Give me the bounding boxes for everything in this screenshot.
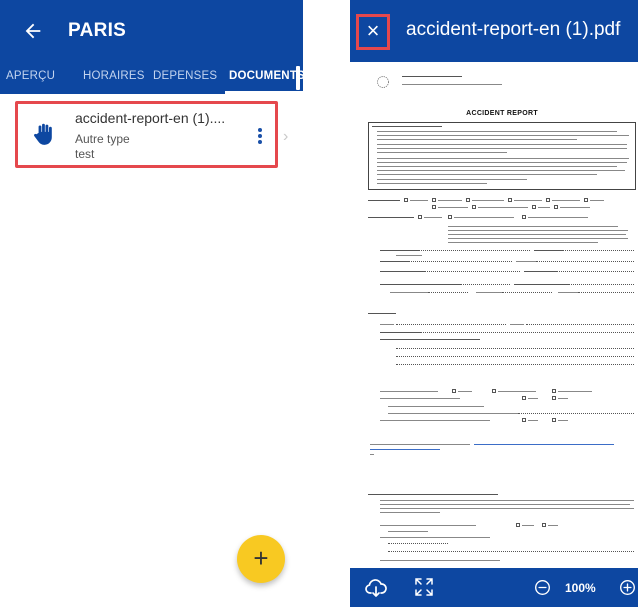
page-title: PARIS xyxy=(68,20,127,41)
cloud-download-icon[interactable] xyxy=(364,576,388,600)
org-address-line xyxy=(402,84,502,85)
tab-apercu[interactable]: APERÇU xyxy=(6,70,55,82)
document-description: test xyxy=(75,147,95,161)
document-heading: ACCIDENT REPORT xyxy=(466,110,538,117)
zoom-in-icon[interactable] xyxy=(619,579,636,596)
zoom-out-icon[interactable] xyxy=(534,579,551,596)
trip-details-panel: PARIS APERÇU HORAIRES DEPENSES DOCUMENTS… xyxy=(0,0,305,607)
active-tab-indicator xyxy=(225,91,303,94)
viewer-title: accident-report-en (1).pdf xyxy=(406,19,621,40)
tab-horaires[interactable]: HORAIRES xyxy=(83,70,145,82)
tab-documents[interactable]: DOCUMENTS xyxy=(229,70,305,82)
more-options-icon[interactable] xyxy=(255,127,265,145)
document-type: Autre type xyxy=(75,132,130,146)
add-document-button[interactable]: + xyxy=(237,535,285,583)
hand-icon xyxy=(34,123,52,145)
pdf-viewer: × accident-report-en (1).pdf ACCIDENT RE… xyxy=(350,0,638,607)
zoom-level: 100% xyxy=(565,581,596,595)
tab-depenses[interactable]: DEPENSES xyxy=(153,70,217,82)
document-name: accident-report-en (1).... xyxy=(75,110,226,126)
instructions-box xyxy=(368,122,636,190)
viewer-toolbar: 100% xyxy=(350,568,638,607)
org-name-line xyxy=(402,76,462,78)
close-button[interactable]: × xyxy=(356,14,390,50)
app-header: PARIS APERÇU HORAIRES DEPENSES DOCUMENTS xyxy=(0,0,305,94)
viewer-header: × accident-report-en (1).pdf xyxy=(350,0,638,62)
organization-logo xyxy=(377,76,389,88)
close-icon: × xyxy=(366,18,380,43)
pdf-page-preview[interactable]: ACCIDENT REPORT xyxy=(366,70,638,568)
fullscreen-icon[interactable] xyxy=(414,577,434,597)
document-list-item[interactable]: accident-report-en (1).... Autre type te… xyxy=(15,101,278,168)
chevron-right-icon: › xyxy=(283,128,289,145)
tab-bar: APERÇU HORAIRES DEPENSES DOCUMENTS xyxy=(0,62,305,94)
back-arrow-icon[interactable] xyxy=(22,20,44,42)
tab-scroll-indicator xyxy=(296,66,300,90)
